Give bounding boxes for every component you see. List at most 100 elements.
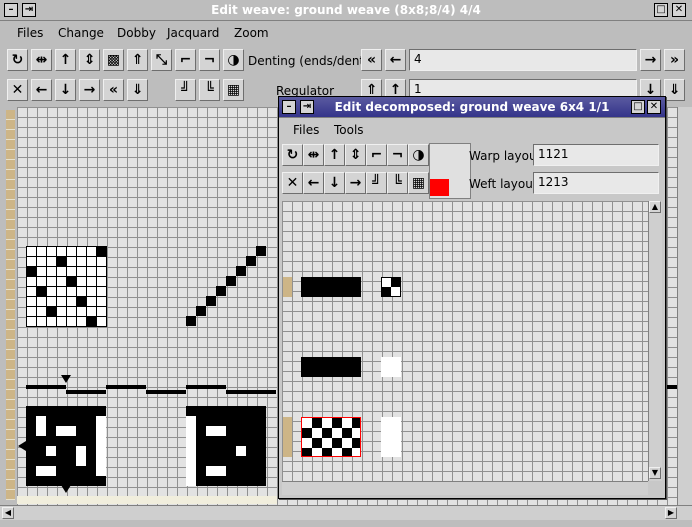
denting-label: Denting (ends/dent)	[248, 54, 369, 68]
denting-row	[26, 385, 66, 389]
checker-icon[interactable]: ▦	[223, 79, 244, 101]
arrow-right-icon[interactable]: →	[79, 79, 100, 101]
stair-shift-down-icon[interactable]: ╚	[199, 79, 220, 101]
double-arrow-down-icon[interactable]: ⇓	[127, 79, 148, 101]
pattern-row[interactable]	[381, 417, 401, 457]
threading-cell	[256, 246, 266, 256]
invert-pattern-icon[interactable]: ▩	[103, 49, 124, 71]
mirror-horizontal-icon[interactable]: ⇹	[303, 144, 324, 166]
stair-shift-down-icon[interactable]: ╚	[387, 172, 408, 194]
stair-shift-up-icon[interactable]: ╝	[366, 172, 387, 194]
pattern-row[interactable]	[381, 357, 401, 377]
fabric-white	[56, 426, 76, 436]
denting-row	[66, 390, 106, 394]
threading-cell	[246, 256, 256, 266]
fabric-white	[206, 426, 226, 436]
menu-jacquard[interactable]: Jacquard	[167, 26, 219, 40]
clear-icon[interactable]: ✕	[282, 172, 303, 194]
warp-color-strip[interactable]	[6, 110, 15, 500]
arrow-left-icon[interactable]: ←	[303, 172, 324, 194]
selected-color-swatch[interactable]	[430, 179, 449, 196]
arrow-left-icon[interactable]: ←	[31, 79, 52, 101]
half-circle-icon[interactable]: ◑	[408, 144, 429, 166]
double-arrow-right-icon[interactable]: »	[664, 49, 685, 71]
sub-menu-files[interactable]: Files	[293, 123, 319, 137]
stair-up-icon[interactable]: ⌐	[366, 144, 387, 166]
fabric-white	[36, 416, 46, 436]
scroll-right-button[interactable]: ▶	[665, 507, 677, 519]
double-arrow-up-icon[interactable]: ⇑	[127, 49, 148, 71]
pattern-cell	[86, 316, 96, 326]
arrow-left-icon[interactable]: ←	[385, 49, 406, 71]
sub-vertical-scrollbar[interactable]	[648, 201, 662, 481]
arrow-up-icon[interactable]: ↑	[55, 49, 76, 71]
double-arrow-left-icon[interactable]: «	[361, 49, 382, 71]
fabric-white	[96, 416, 106, 476]
fabric-block-b[interactable]	[186, 406, 266, 486]
half-circle-icon[interactable]: ◑	[223, 49, 244, 71]
scroll-down-button[interactable]: ▼	[649, 467, 661, 479]
arrow-right-icon[interactable]: →	[640, 49, 661, 71]
close-button[interactable]: ✕	[672, 3, 686, 17]
fabric-white	[46, 446, 56, 456]
fabric-white	[76, 446, 86, 466]
main-horizontal-scrollbar[interactable]	[0, 505, 692, 520]
main-titlebar[interactable]: – ⇥ Edit weave: ground weave (8x8;8/4) 4…	[0, 0, 692, 21]
threading-cell	[196, 306, 206, 316]
pattern-row[interactable]	[301, 277, 361, 297]
warp-color-strip[interactable]	[283, 417, 292, 457]
rotate-icon[interactable]: ↻	[282, 144, 303, 166]
weft-layout-input[interactable]: 1213	[533, 172, 659, 194]
arrow-down-icon[interactable]: ↓	[55, 79, 76, 101]
menu-change[interactable]: Change	[58, 26, 104, 40]
mirror-vertical-icon[interactable]: ⇕	[345, 144, 366, 166]
menu-files[interactable]: Files	[17, 26, 43, 40]
warp-color-strip[interactable]	[283, 277, 292, 297]
weft-color-strip[interactable]	[17, 496, 277, 504]
pattern-row[interactable]	[301, 357, 361, 377]
maximize-button[interactable]: □	[654, 3, 668, 17]
menu-dobby[interactable]: Dobby	[117, 26, 156, 40]
fabric-white	[206, 466, 226, 476]
menu-zoom[interactable]: Zoom	[234, 26, 269, 40]
marker-down-icon	[61, 485, 71, 493]
sub-titlebar[interactable]: – ⇥ Edit decomposed: ground weave 6x4 1/…	[279, 97, 665, 118]
stair-up-icon[interactable]: ⌐	[175, 49, 196, 71]
stair-down-icon[interactable]: ¬	[387, 144, 408, 166]
main-vertical-scrollbar[interactable]	[677, 107, 692, 505]
double-arrow-left-icon[interactable]: «	[103, 79, 124, 101]
clear-icon[interactable]: ✕	[7, 79, 28, 101]
arrow-right-icon[interactable]: →	[345, 172, 366, 194]
threading-cell	[236, 266, 246, 276]
scroll-left-button[interactable]: ◀	[2, 507, 14, 519]
checker-icon[interactable]: ▦	[408, 172, 429, 194]
rotate-icon[interactable]: ↻	[7, 49, 28, 71]
fabric-white	[186, 416, 196, 486]
marker-left-icon	[18, 441, 26, 451]
stair-down-icon[interactable]: ¬	[199, 49, 220, 71]
main-menubar: Files Change Dobby Jacquard Zoom	[0, 22, 692, 44]
mirror-horizontal-icon[interactable]: ⇹	[31, 49, 52, 71]
warp-layout-label: Warp layout	[469, 149, 542, 163]
warp-layout-input[interactable]: 1121	[533, 144, 659, 166]
denting-row	[106, 385, 146, 389]
sub-menu-tools[interactable]: Tools	[334, 123, 364, 137]
maximize-button[interactable]: □	[631, 100, 645, 114]
arrow-up-icon[interactable]: ↑	[324, 144, 345, 166]
threading-cell	[206, 296, 216, 306]
checker-block[interactable]	[301, 417, 361, 457]
denting-row	[186, 385, 226, 389]
pattern-cell	[36, 286, 46, 296]
scroll-up-button[interactable]: ▲	[649, 201, 661, 213]
threading-cell	[186, 316, 196, 326]
pattern-cell	[381, 287, 391, 297]
stair-shift-up-icon[interactable]: ╝	[175, 79, 196, 101]
sub-horizontal-scrollbar[interactable]	[282, 481, 648, 495]
arrow-down-icon[interactable]: ↓	[324, 172, 345, 194]
denting-input[interactable]: 4	[409, 49, 637, 71]
diagonal-icon[interactable]: ⤡	[151, 49, 172, 71]
double-arrow-down-icon[interactable]: ⇓	[664, 79, 685, 101]
mirror-vertical-icon[interactable]: ⇕	[79, 49, 100, 71]
close-button[interactable]: ✕	[647, 100, 661, 114]
weft-layout-label: Weft layout	[469, 177, 538, 191]
